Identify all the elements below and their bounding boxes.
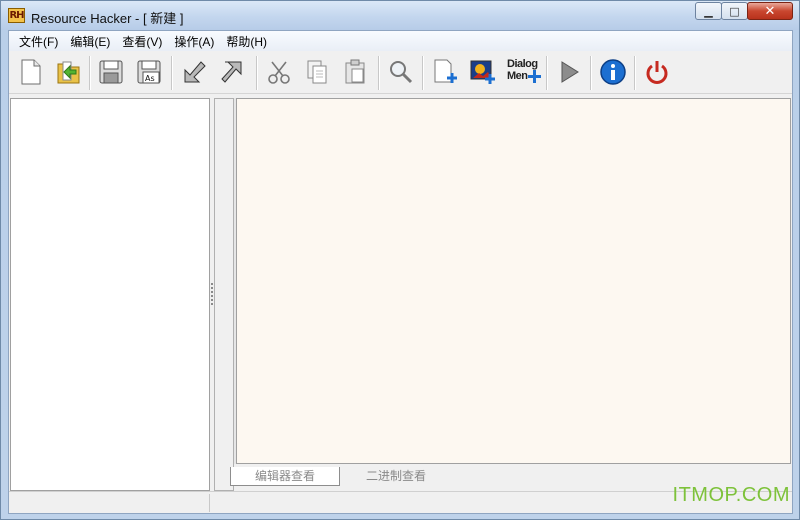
client-area: 文件(F) 编辑(E) 查看(V) 操作(A) 帮助(H) As Dialog … [8,30,793,514]
new-file-icon [21,59,41,85]
open-button[interactable] [53,56,85,88]
compile-button[interactable] [179,56,211,88]
add-plus-icon [528,70,541,83]
cut-button[interactable] [263,56,295,88]
resource-tree-panel[interactable] [10,98,210,491]
close-icon: ✕ [764,3,776,19]
tab-binary-view[interactable]: 二进制查看 [354,467,438,486]
new-file-button[interactable] [15,56,47,88]
paste-button[interactable] [339,56,371,88]
maximize-button[interactable]: □ [721,2,748,20]
status-cell-left [9,494,210,512]
editor-gutter [214,98,234,491]
menu-view[interactable]: 查看(V) [116,33,168,50]
window-title: Resource Hacker - [ 新建 ] [31,11,184,26]
decompile-arrow-icon [221,61,242,83]
info-icon [600,59,626,85]
copy-button[interactable] [301,56,333,88]
app-logo-icon: RH [8,8,25,23]
save-as-icon: As [137,60,161,84]
magnifier-icon [390,61,413,84]
decompile-button[interactable] [217,56,249,88]
menu-help[interactable]: 帮助(H) [220,33,273,50]
exit-button[interactable] [641,56,673,88]
minimize-icon: ▁ [704,4,713,18]
save-as-text: As [145,74,155,83]
window-controls: ▁ □ ✕ [695,2,793,20]
dialog-menu-button[interactable]: Dialog Men [506,56,542,88]
menu-edit[interactable]: 编辑(E) [64,33,116,50]
copy-icon [307,60,327,84]
run-script-button[interactable] [553,56,585,88]
title-bar[interactable]: RH Resource Hacker - [ 新建 ] ▁ □ ✕ [1,1,799,30]
scissors-icon [268,61,290,84]
add-resource-icon [434,59,457,83]
add-blank-resource-button[interactable] [429,56,461,88]
menu-bar: 文件(F) 编辑(E) 查看(V) 操作(A) 帮助(H) [9,31,792,51]
tab-editor-view[interactable]: 编辑器查看 [230,467,340,486]
save-as-button[interactable]: As [133,56,165,88]
dialog-label-line1: Dialog [507,58,538,70]
watermark-text: ITMOP.COM [672,484,790,506]
add-image-resource-button[interactable] [467,56,499,88]
about-button[interactable] [597,56,629,88]
menu-file[interactable]: 文件(F) [13,33,64,50]
compile-arrow-icon [184,61,206,83]
add-image-icon [470,60,495,84]
toolbar: As Dialog Men [9,52,792,94]
save-button[interactable] [95,56,127,88]
editor-area[interactable] [236,98,791,464]
splitter-grip-icon [211,283,213,305]
power-icon [646,61,668,84]
maximize-icon: □ [729,4,740,18]
play-icon [561,61,579,83]
dialog-menu-icon: Dialog Men [506,56,542,88]
paste-icon [345,59,365,84]
find-button[interactable] [385,56,417,88]
close-button[interactable]: ✕ [747,2,793,20]
app-window: RH Resource Hacker - [ 新建 ] ▁ □ ✕ 文件(F) … [0,0,800,520]
save-icon [99,60,123,84]
minimize-button[interactable]: ▁ [695,2,722,20]
menu-action[interactable]: 操作(A) [168,33,220,50]
open-folder-icon [57,61,80,84]
